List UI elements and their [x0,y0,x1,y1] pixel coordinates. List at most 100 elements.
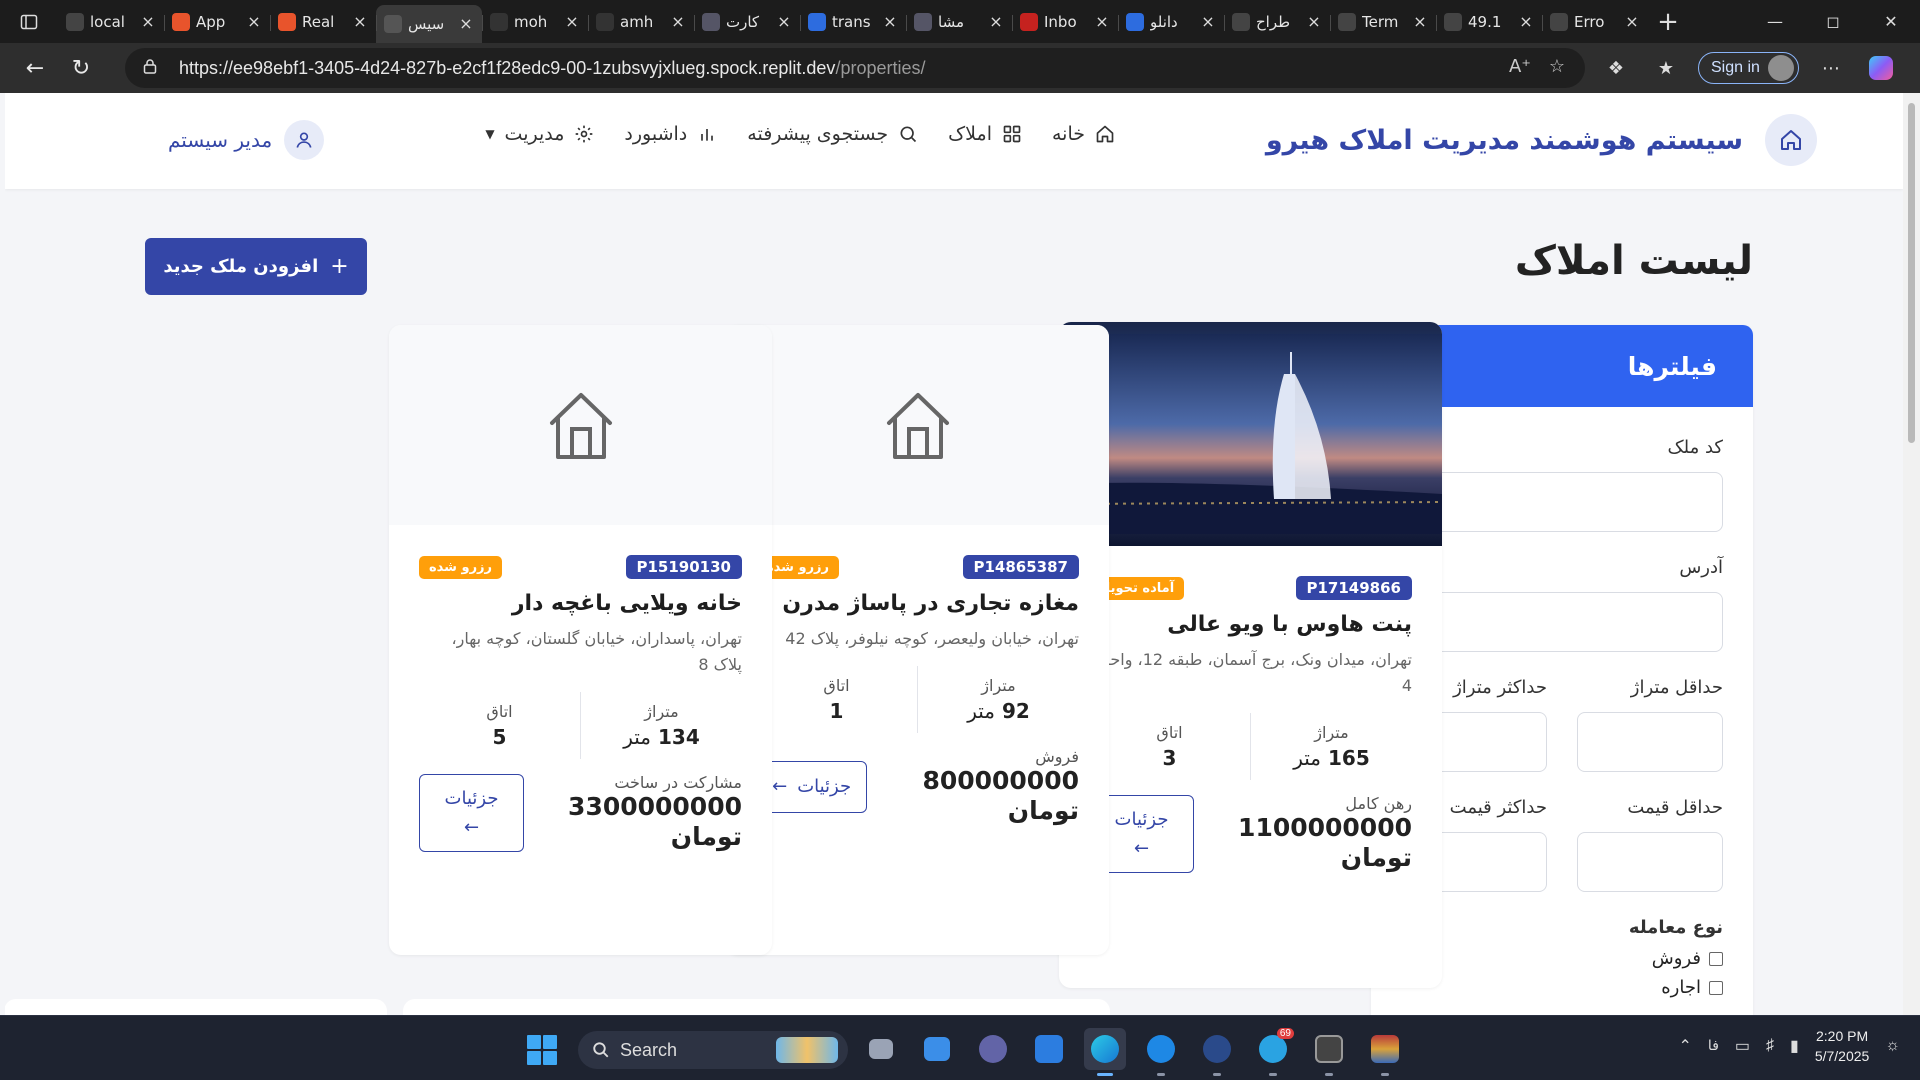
browser-tab[interactable]: trans × [800,5,906,39]
browser-tab[interactable]: App × [164,5,270,39]
browser-tab[interactable]: دانلو × [1118,5,1224,39]
clock[interactable]: 2:20 PM 5/7/2025 [1815,1026,1870,1066]
scrollbar-thumb[interactable] [1908,103,1915,443]
brand[interactable]: سیستم هوشمند مدیریت املاک هیرو [1266,114,1817,166]
teams-icon[interactable] [972,1028,1014,1070]
area-value: 92 [1001,699,1030,723]
address-input[interactable] [1401,592,1723,652]
details-button[interactable]: جزئیات ← [419,773,525,852]
nav-dashboard[interactable]: داشبورد [624,123,717,145]
tab-close-icon[interactable]: × [1094,13,1110,30]
edge-icon[interactable] [1084,1028,1126,1076]
nav-home[interactable]: خانه [1052,123,1115,145]
favorite-star-icon[interactable]: ☆ [1549,56,1565,77]
deal-sale-checkbox[interactable]: فروش [1401,948,1723,969]
tab-close-icon[interactable]: × [1306,13,1322,30]
edge-dev-icon[interactable] [1140,1028,1182,1076]
rooms-stat: اتاق 1 [756,666,918,733]
min-price-input[interactable] [1577,832,1723,892]
tab-close-icon[interactable]: × [988,13,1004,30]
new-tab-button[interactable]: + [1648,5,1688,39]
property-address: تهران، میدان ونک، برج آسمان، طبقه 12، وا… [1102,650,1412,695]
tab-close-icon[interactable]: × [246,13,262,30]
browser-tab[interactable]: amh × [588,5,694,39]
browser-tab-strip: local × App × Real × سیس × moh × amh × کارت × trans × مش… [0,0,1920,43]
area-unit: متر [1293,746,1322,770]
checkbox-box[interactable] [1709,980,1723,995]
tab-close-icon[interactable]: × [670,13,686,30]
app-icon[interactable] [1196,1028,1238,1076]
task-view-icon[interactable] [860,1028,902,1070]
telegram-icon[interactable]: 69 [1252,1028,1294,1076]
browser-tab[interactable]: طراح × [1224,5,1330,39]
snipping-tool-icon[interactable] [1308,1028,1350,1076]
maximize-button[interactable]: ◻ [1804,0,1862,43]
language-indicator[interactable]: فا [1708,1038,1719,1054]
reload-button[interactable]: ↻ [59,48,103,88]
min-area-input[interactable] [1577,712,1723,772]
details-button[interactable]: جزئیات ← [756,760,868,813]
volume-icon[interactable]: ♯ [1766,1037,1774,1055]
read-aloud-icon[interactable]: A⁺ [1509,56,1531,77]
network-icon[interactable]: ▭ [1735,1036,1750,1056]
browser-tab[interactable]: Real × [270,5,376,39]
tab-close-icon[interactable]: × [458,16,474,32]
checkbox-box[interactable] [1709,951,1723,966]
price-unit: تومان [1340,843,1412,872]
browser-tab[interactable]: کارت × [694,5,800,39]
add-property-button[interactable]: + افزودن ملک جدید [145,238,367,295]
area-unit: متر [967,699,995,723]
tab-close-icon[interactable]: × [1200,13,1216,30]
browser-tab[interactable]: Term × [1330,5,1436,39]
browser-tab[interactable]: مشا × [906,5,1012,39]
store-icon[interactable] [1028,1028,1070,1070]
address-bar-row: ← ↻ https://ee98ebf1-3405-4d24-827b-e2cf… [0,43,1920,93]
back-button[interactable]: ← [13,48,57,88]
tab-close-icon[interactable]: × [882,13,898,30]
more-options-icon[interactable]: ⋯ [1813,50,1849,86]
browser-tab[interactable]: سیس × [376,5,482,43]
nav-properties[interactable]: املاک [948,123,1022,145]
winrar-icon[interactable] [1364,1028,1406,1076]
tab-close-icon[interactable]: × [140,13,156,30]
extensions-icon[interactable]: ❖ [1598,50,1634,86]
page-scrollbar[interactable] [1903,93,1920,1015]
copilot-icon[interactable] [1863,50,1899,86]
property-card-partial [5,999,387,1015]
deal-rent-checkbox[interactable]: اجاره [1401,977,1723,998]
nav-home-label: خانه [1051,123,1085,145]
tab-close-icon[interactable]: × [1624,13,1640,30]
tab-close-icon[interactable]: × [1412,13,1428,30]
browser-tab[interactable]: Inbo × [1012,5,1118,39]
price-label: فروش [1035,747,1079,766]
sign-in-button[interactable]: Sign in [1698,52,1799,84]
start-button[interactable] [527,1035,557,1065]
house-placeholder-icon [549,393,612,459]
user-menu[interactable]: مدیر سیستم [168,120,325,160]
notifications-icon[interactable]: ☼ [1885,1037,1900,1055]
chevron-up-icon[interactable]: ⌃ [1679,1036,1692,1056]
tab-close-icon[interactable]: × [776,13,792,30]
property-code-input[interactable] [1401,472,1723,532]
nav-advanced-search[interactable]: جستجوی پیشرفته [747,123,918,145]
taskbar-search-label: Search [620,1039,678,1060]
browser-tab[interactable]: 49.1 × [1436,5,1542,39]
favorites-icon[interactable]: ★ [1648,50,1684,86]
close-window-button[interactable]: ✕ [1862,0,1920,43]
area-unit: متر [623,725,652,749]
browser-tab[interactable]: moh × [482,5,588,39]
battery-icon[interactable]: ▮ [1790,1036,1799,1056]
tab-label: 49.1 [1468,12,1502,31]
nav-management-dropdown[interactable]: مدیریت ▼ [485,123,594,145]
url-field[interactable]: https://ee98ebf1-3405-4d24-827b-e2cf1f28… [125,48,1585,88]
taskbar-search[interactable]: Search [578,1031,848,1069]
browser-tab[interactable]: local × [58,5,164,39]
browser-tab[interactable]: Erro × [1542,5,1648,39]
tab-actions-button[interactable] [0,0,58,43]
tab-close-icon[interactable]: × [564,13,580,30]
property-price: رهن کامل 1100000000 تومان [1194,794,1412,873]
tab-close-icon[interactable]: × [1518,13,1534,30]
tab-close-icon[interactable]: × [352,13,368,30]
minimize-button[interactable]: — [1746,0,1804,43]
widgets-icon[interactable] [916,1028,958,1070]
